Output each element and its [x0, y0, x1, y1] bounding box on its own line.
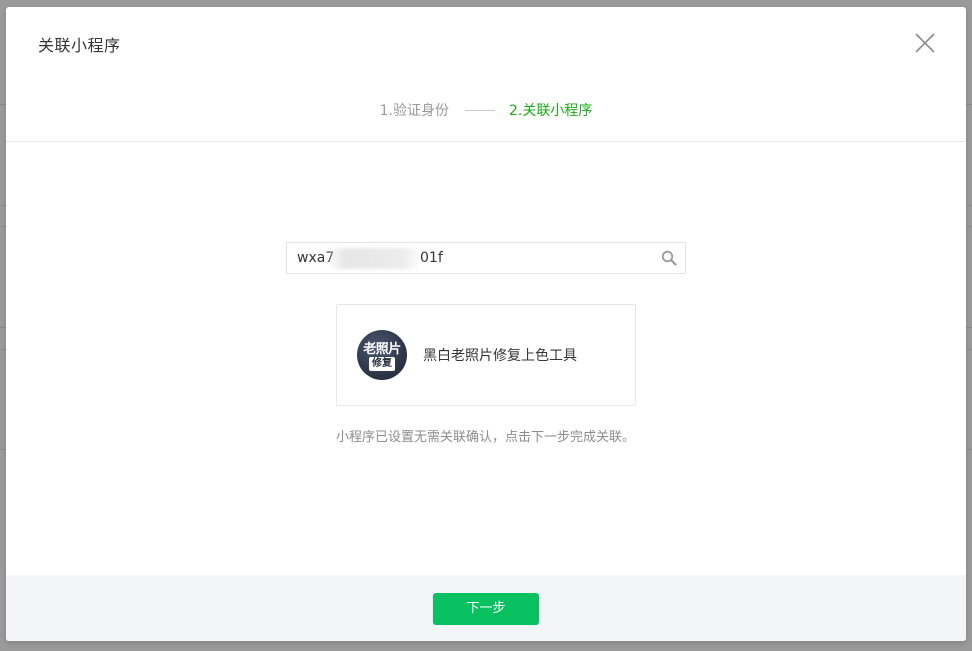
dialog-header: 关联小程序 1.验证身份 2.关联小程序: [6, 7, 966, 142]
associate-mini-program-dialog: 关联小程序 1.验证身份 2.关联小程序 wxa7 01f 老照片 修复 黑白老…: [6, 7, 966, 641]
avatar-text-bottom: 修复: [369, 357, 395, 371]
close-icon: [915, 33, 935, 53]
next-step-button[interactable]: 下一步: [433, 593, 539, 625]
search-icon[interactable]: [661, 250, 677, 266]
step-indicator: 1.验证身份 2.关联小程序: [6, 100, 966, 120]
dialog-footer: 下一步: [6, 575, 966, 641]
avatar-text-top: 老照片: [363, 342, 401, 357]
mini-program-name: 黑白老照片修复上色工具: [423, 348, 577, 364]
mini-program-result-card[interactable]: 老照片 修复 黑白老照片修复上色工具: [336, 304, 636, 406]
step-associate-mini-program: 2.关联小程序: [509, 103, 593, 119]
step-verify-identity: 1.验证身份: [379, 103, 449, 119]
redacted-mask: [328, 248, 420, 269]
close-button[interactable]: [914, 32, 936, 54]
search-box: wxa7 01f: [286, 242, 686, 274]
mini-program-avatar: 老照片 修复: [357, 330, 407, 380]
hint-text: 小程序已设置无需关联确认，点击下一步完成关联。: [336, 430, 636, 445]
step-divider: [465, 109, 495, 111]
dialog-title: 关联小程序: [38, 36, 121, 55]
